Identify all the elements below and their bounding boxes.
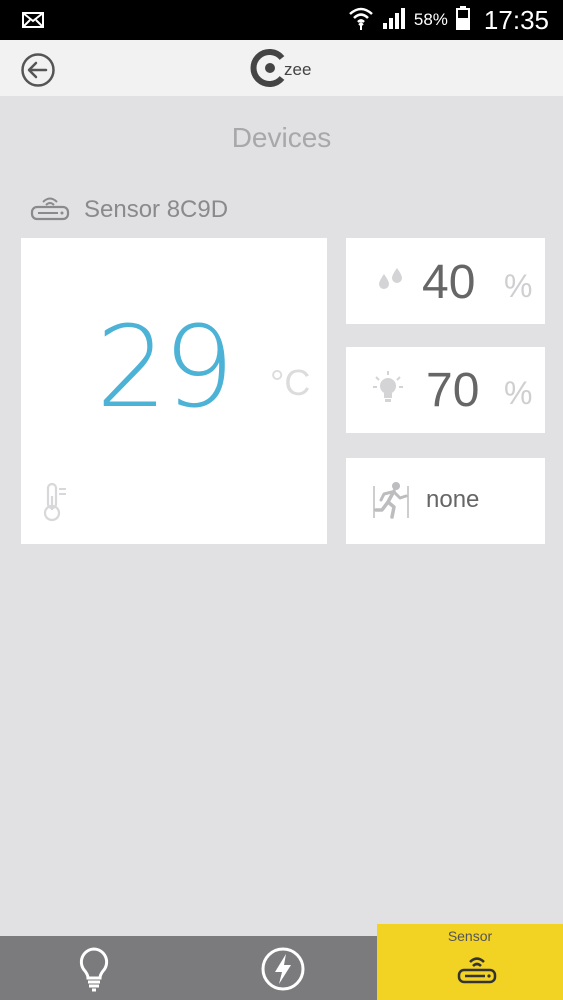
app-logo: zee: [250, 48, 311, 88]
nav-tab-sensor-label: Sensor: [447, 928, 493, 944]
motion-value: none: [426, 486, 480, 513]
lightning-bolt-icon: [260, 946, 306, 996]
running-person-icon: [372, 480, 410, 524]
humidity-card[interactable]: 40 %: [346, 238, 545, 324]
logo-text: zee: [284, 60, 312, 79]
back-button[interactable]: [20, 52, 56, 88]
lightbulb-icon: [372, 369, 404, 411]
signal-icon: [382, 7, 406, 33]
light-card[interactable]: 70 %: [346, 347, 545, 433]
router-icon: [30, 194, 70, 226]
lightbulb-outline-icon: [76, 946, 112, 996]
battery-percent: 58%: [413, 10, 448, 29]
device-name: Sensor 8C9D: [84, 196, 229, 223]
status-icons: 58% 17:35: [348, 0, 549, 40]
page-title: Devices: [231, 122, 332, 153]
nav-tab-lights[interactable]: [0, 936, 188, 1000]
nav-tab-sensor[interactable]: Sensor: [377, 924, 563, 1000]
battery-icon: [455, 6, 470, 34]
wifi-icon: [348, 6, 374, 34]
light-value: 70: [426, 364, 480, 417]
status-bar: 58% 17:35: [0, 0, 563, 40]
water-drops-icon: [376, 266, 406, 302]
nav-tab-power[interactable]: [188, 936, 377, 1000]
humidity-value: 40: [422, 256, 476, 309]
back-arrow-icon: [21, 53, 55, 87]
temperature-value: 29: [96, 303, 235, 433]
mail-icon: [22, 12, 44, 32]
clock: 17:35: [483, 4, 549, 35]
app-header: zee: [0, 40, 563, 96]
light-unit: %: [504, 375, 533, 411]
device-header: Sensor 8C9D: [30, 192, 228, 228]
thermometer-icon: [40, 482, 72, 526]
temperature-unit: °C: [270, 362, 311, 403]
motion-card[interactable]: none: [346, 458, 545, 544]
humidity-unit: %: [504, 268, 533, 304]
router-icon: [457, 954, 497, 990]
